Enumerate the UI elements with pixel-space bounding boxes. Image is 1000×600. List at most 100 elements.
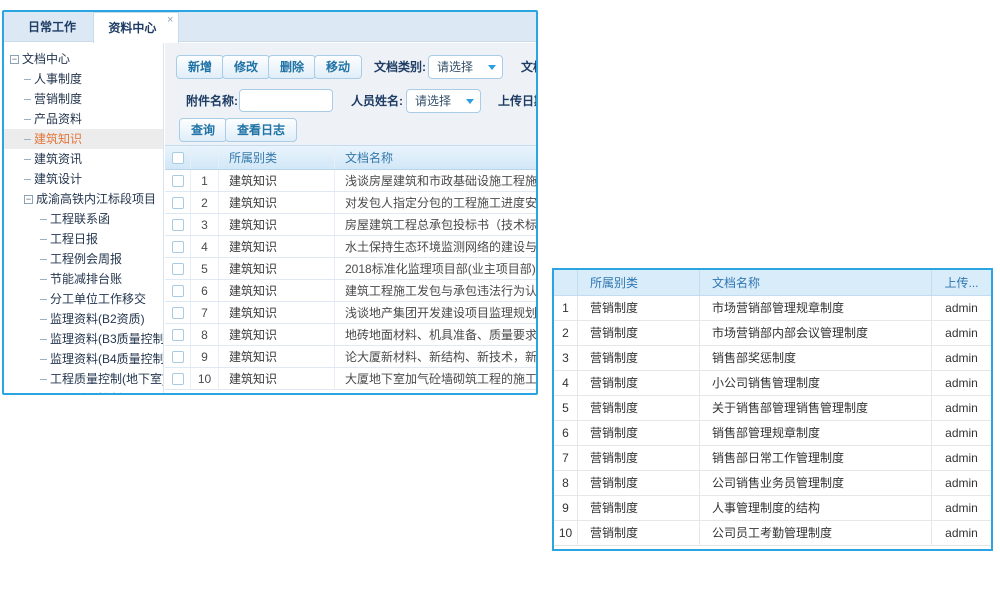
tab-data-center[interactable]: 资料中心 × (93, 12, 179, 43)
tree-item-5[interactable]: 建筑资讯 (4, 149, 163, 169)
tree-item-6[interactable]: 建筑设计 (4, 169, 163, 189)
edit-button[interactable]: 修改 (222, 55, 270, 79)
cell-num: 8 (191, 324, 219, 345)
cell-name: 水土保持生态环境监测网络的建设与资... (335, 236, 536, 257)
doc-category-select[interactable]: 请选择 (428, 55, 503, 79)
table-row[interactable]: 7建筑知识浅谈地产集团开发建设项目监理规划编... (165, 302, 536, 324)
tree-item-10[interactable]: 工程例会周报 (4, 249, 163, 269)
table-row[interactable]: 3建筑知识房屋建筑工程总承包投标书（技术标）... (165, 214, 536, 236)
tree-item-label: 工程日报 (50, 229, 98, 249)
tree-item-12[interactable]: 分工单位工作移交 (4, 289, 163, 309)
tree-item-17[interactable]: 工程质量控制(…) (4, 389, 163, 393)
tree-item-1[interactable]: 人事制度 (4, 69, 163, 89)
cell-checkbox (165, 302, 191, 323)
document-center-window: 日常工作 资料中心 × −文档中心人事制度营销制度产品资料建筑知识建筑资讯建筑设… (2, 10, 538, 395)
tree-connector-icon (40, 259, 47, 260)
table-row[interactable]: 5营销制度关于销售部管理销售管理制度admin (554, 396, 991, 421)
tree-item-7[interactable]: −成渝高铁内江标段项目 (4, 189, 163, 209)
tree-item-label: 建筑资讯 (34, 149, 82, 169)
document-table-body: 1建筑知识浅谈房屋建筑和市政基础设施工程施工...2建筑知识对发包人指定分包的工… (165, 170, 536, 390)
add-button[interactable]: 新增 (176, 55, 224, 79)
tree-item-16[interactable]: 工程质量控制(地下室) (4, 369, 163, 389)
person-name-label: 人员姓名: (351, 89, 403, 113)
table-row[interactable]: 7营销制度销售部日常工作管理制度admin (554, 446, 991, 471)
table-row[interactable]: 4营销制度小公司销售管理制度admin (554, 371, 991, 396)
tree-item-2[interactable]: 营销制度 (4, 89, 163, 109)
cell-uploader: admin (932, 346, 991, 370)
marketing-doc-table-panel: 所属别类 文档名称 上传... 1营销制度市场营销部管理规章制度admin2营销… (552, 268, 993, 551)
tab-daily-work[interactable]: 日常工作 (14, 12, 90, 42)
header-cell-name: 文档名称 (335, 146, 536, 169)
tree-connector-icon (40, 359, 47, 360)
cell-num: 5 (191, 258, 219, 279)
collapse-icon[interactable]: − (24, 195, 33, 204)
tree-item-4[interactable]: 建筑知识 (4, 129, 163, 149)
table-row[interactable]: 2营销制度市场营销部内部会议管理制度admin (554, 321, 991, 346)
person-name-select[interactable]: 请选择 (406, 89, 481, 113)
document-table-header: 所属别类 文档名称 (165, 146, 536, 170)
cell-num: 2 (191, 192, 219, 213)
table-row[interactable]: 10建筑知识大厦地下室加气砼墙砌筑工程的施工方... (165, 368, 536, 390)
table-row[interactable]: 1营销制度市场营销部管理规章制度admin (554, 296, 991, 321)
cell-category: 建筑知识 (219, 170, 335, 191)
header-cell-number (191, 146, 219, 169)
chevron-down-icon (466, 99, 474, 104)
tree-item-label: 营销制度 (34, 89, 82, 109)
close-icon[interactable]: × (167, 15, 173, 26)
tree-item-label: 建筑知识 (34, 129, 82, 149)
cell-category: 营销制度 (578, 521, 700, 545)
document-table: 所属别类 文档名称 1建筑知识浅谈房屋建筑和市政基础设施工程施工...2建筑知识… (165, 145, 536, 393)
query-button[interactable]: 查询 (179, 118, 227, 142)
row-checkbox[interactable] (172, 329, 184, 341)
table-row[interactable]: 6建筑知识建筑工程施工发包与承包违法行为认定... (165, 280, 536, 302)
cell-num: 3 (554, 346, 578, 370)
row-checkbox[interactable] (172, 307, 184, 319)
table-row[interactable]: 2建筑知识对发包人指定分包的工程施工进度安排... (165, 192, 536, 214)
view-log-button[interactable]: 查看日志 (225, 118, 297, 142)
row-checkbox[interactable] (172, 373, 184, 385)
table-row[interactable]: 10营销制度公司员工考勤管理制度admin (554, 521, 991, 546)
collapse-icon[interactable]: − (10, 55, 19, 64)
move-button[interactable]: 移动 (314, 55, 362, 79)
tree-item-14[interactable]: 监理资料(B3质量控制) (4, 329, 163, 349)
row-checkbox[interactable] (172, 351, 184, 363)
table-row[interactable]: 9营销制度人事管理制度的结构admin (554, 496, 991, 521)
table-row[interactable]: 1建筑知识浅谈房屋建筑和市政基础设施工程施工... (165, 170, 536, 192)
table-row[interactable]: 6营销制度销售部管理规章制度admin (554, 421, 991, 446)
row-checkbox[interactable] (172, 219, 184, 231)
attachment-name-input[interactable] (239, 89, 333, 112)
tree-item-15[interactable]: 监理资料(B4质量控制) (4, 349, 163, 369)
table-row[interactable]: 4建筑知识水土保持生态环境监测网络的建设与资... (165, 236, 536, 258)
delete-button[interactable]: 删除 (268, 55, 316, 79)
tree-item-9[interactable]: 工程日报 (4, 229, 163, 249)
table-row[interactable]: 8营销制度公司销售业务员管理制度admin (554, 471, 991, 496)
tree-item-11[interactable]: 节能减排台账 (4, 269, 163, 289)
cell-uploader: admin (932, 496, 991, 520)
tree-item-label: 建筑设计 (34, 169, 82, 189)
row-checkbox[interactable] (172, 197, 184, 209)
table-row[interactable]: 9建筑知识论大厦新材料、新结构、新技术，新工... (165, 346, 536, 368)
right-table-header: 所属别类 文档名称 上传... (554, 270, 991, 296)
cell-num: 6 (191, 280, 219, 301)
select-all-checkbox[interactable] (172, 152, 184, 164)
cell-uploader: admin (932, 471, 991, 495)
table-row[interactable]: 3营销制度销售部奖惩制度admin (554, 346, 991, 371)
tree-item-13[interactable]: 监理资料(B2资质) (4, 309, 163, 329)
row-checkbox[interactable] (172, 175, 184, 187)
cell-category: 营销制度 (578, 296, 700, 320)
person-name-value: 请选择 (415, 94, 451, 108)
tree-item-8[interactable]: 工程联系函 (4, 209, 163, 229)
row-checkbox[interactable] (172, 285, 184, 297)
cell-name: 建筑工程施工发包与承包违法行为认定... (335, 280, 536, 301)
cell-name: 销售部管理规章制度 (700, 421, 932, 445)
tree-item-label: 工程质量控制(地下室) (50, 369, 164, 389)
header-cell-category: 所属别类 (219, 146, 335, 169)
table-row[interactable]: 8建筑知识地砖地面材料、机具准备、质量要求及... (165, 324, 536, 346)
row-checkbox[interactable] (172, 263, 184, 275)
tree-item-3[interactable]: 产品资料 (4, 109, 163, 129)
tree-item-0[interactable]: −文档中心 (4, 49, 163, 69)
row-checkbox[interactable] (172, 241, 184, 253)
table-row[interactable]: 5建筑知识2018标准化监理项目部(业主项目部)人员... (165, 258, 536, 280)
tree-item-label: 工程联系函 (50, 209, 110, 229)
tree-item-label: 节能减排台账 (50, 269, 122, 289)
